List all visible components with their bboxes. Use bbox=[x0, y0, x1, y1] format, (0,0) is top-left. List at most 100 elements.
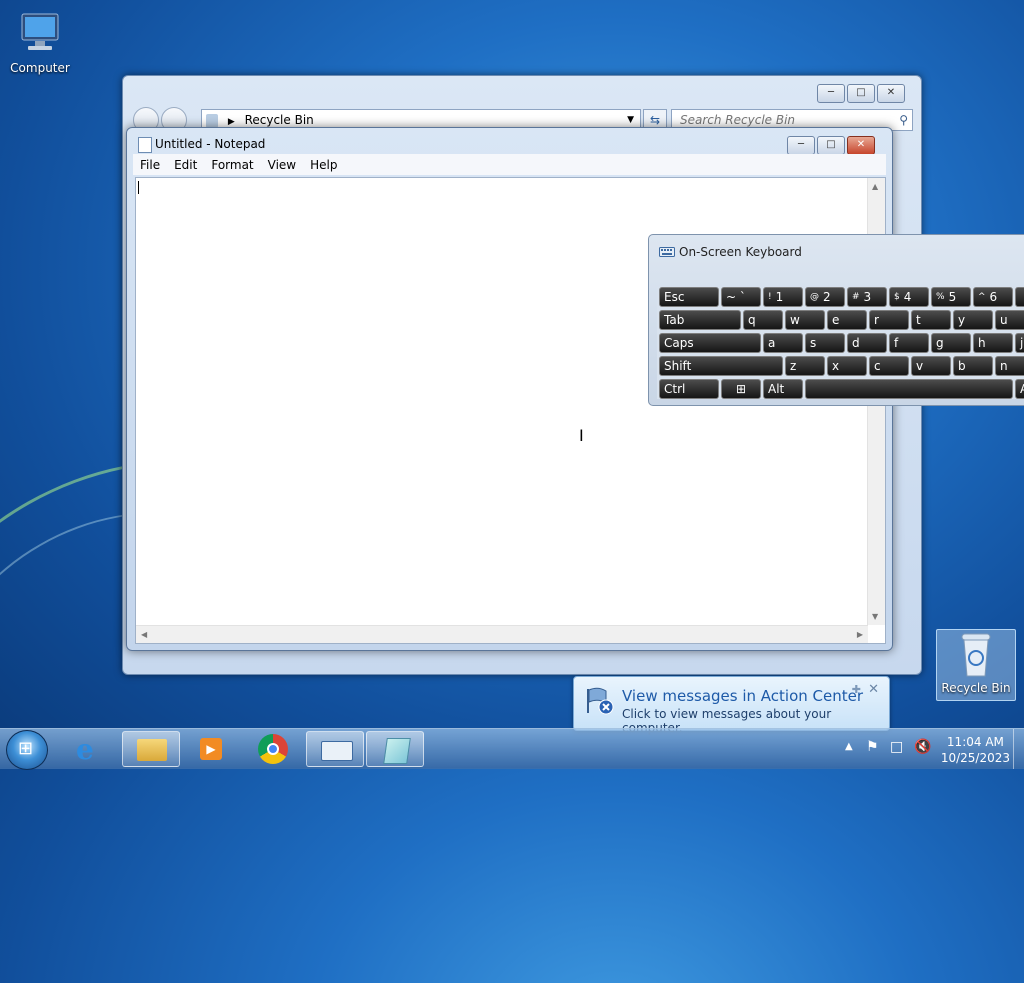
desktop-icon-label: Recycle Bin bbox=[941, 681, 1011, 695]
key-5[interactable]: % 5 bbox=[931, 287, 971, 307]
key-6[interactable]: ^ 6 bbox=[973, 287, 1013, 307]
notepad-icon bbox=[383, 738, 411, 764]
key-2[interactable]: @2 bbox=[805, 287, 845, 307]
key-g[interactable]: g bbox=[931, 333, 971, 353]
key-altgr[interactable]: A bbox=[1015, 379, 1024, 399]
key-f[interactable]: f bbox=[889, 333, 929, 353]
taskbar-notepad[interactable] bbox=[366, 731, 424, 767]
key-y[interactable]: y bbox=[953, 310, 993, 330]
key-s[interactable]: s bbox=[805, 333, 845, 353]
key-v[interactable]: v bbox=[911, 356, 951, 376]
taskbar-windows-explorer[interactable] bbox=[122, 731, 180, 767]
key-x[interactable]: x bbox=[827, 356, 867, 376]
text-caret bbox=[138, 181, 139, 194]
key-t[interactable]: t bbox=[911, 310, 951, 330]
minimize-button[interactable]: ─ bbox=[787, 136, 815, 155]
osk-keys: Esc ~ ` ! 1 @2 #3 $4 % 5 ^ 6 Tab q w e r t … bbox=[657, 287, 1024, 399]
windows-logo-icon: ⊞ bbox=[735, 382, 747, 396]
key-n[interactable]: n bbox=[995, 356, 1024, 376]
taskbar-on-screen-keyboard[interactable] bbox=[306, 731, 364, 767]
key-h[interactable]: h bbox=[973, 333, 1013, 353]
key-u[interactable]: u bbox=[995, 310, 1024, 330]
desktop-icon-recycle-bin[interactable]: Recycle Bin bbox=[936, 629, 1016, 701]
key-j[interactable]: j bbox=[1015, 333, 1024, 353]
key-w[interactable]: w bbox=[785, 310, 825, 330]
key-4[interactable]: $4 bbox=[889, 287, 929, 307]
key-a[interactable]: a bbox=[763, 333, 803, 353]
recycle-bin-icon bbox=[961, 633, 991, 677]
key-caps[interactable]: Caps bbox=[659, 333, 761, 353]
maximize-button[interactable]: □ bbox=[847, 84, 875, 103]
clock-time: 11:04 AM bbox=[946, 735, 1004, 749]
notification-close-icon[interactable]: ✕ bbox=[868, 682, 879, 697]
system-clock[interactable]: 11:04 AM 10/25/2023 bbox=[941, 734, 1010, 766]
notepad-title: Untitled - Notepad bbox=[155, 137, 266, 151]
action-center-flag-icon bbox=[587, 687, 614, 715]
key-tilde[interactable]: ~ ` bbox=[721, 287, 761, 307]
key-esc[interactable]: Esc bbox=[659, 287, 719, 307]
media-player-icon: ▶ bbox=[200, 738, 222, 760]
menu-format[interactable]: Format bbox=[204, 158, 260, 172]
horizontal-scrollbar[interactable]: ◀ ▶ bbox=[136, 625, 868, 643]
notepad-icon bbox=[138, 137, 152, 153]
key-c[interactable]: c bbox=[869, 356, 909, 376]
show-desktop-button[interactable] bbox=[1013, 729, 1024, 769]
key-tab[interactable]: Tab bbox=[659, 310, 741, 330]
explorer-caption-buttons: ─ □ ✕ bbox=[817, 84, 905, 103]
volume-muted-icon[interactable]: 🔇 bbox=[914, 739, 931, 755]
taskbar: ⊞ e ▶ ▲ ⚑ □ 🔇 11:04 AM 10/25/2023 bbox=[0, 728, 1024, 770]
key-3[interactable]: #3 bbox=[847, 287, 887, 307]
key-1[interactable]: ! 1 bbox=[763, 287, 803, 307]
address-text: Recycle Bin bbox=[244, 113, 314, 127]
key-e[interactable]: e bbox=[827, 310, 867, 330]
menu-file[interactable]: File bbox=[133, 158, 167, 172]
scroll-left-icon[interactable]: ◀ bbox=[141, 630, 147, 639]
keyboard-icon bbox=[659, 247, 675, 257]
notepad-caption-buttons: ─ □ ✕ bbox=[787, 136, 875, 155]
menu-edit[interactable]: Edit bbox=[167, 158, 204, 172]
key-b[interactable]: b bbox=[953, 356, 993, 376]
key-q[interactable]: q bbox=[743, 310, 783, 330]
keyboard-icon bbox=[321, 741, 353, 761]
menu-help[interactable]: Help bbox=[303, 158, 344, 172]
desktop-icon-computer[interactable]: Computer bbox=[4, 10, 76, 75]
network-tray-icon[interactable]: □ bbox=[890, 739, 903, 755]
notepad-menubar: File Edit Format View Help bbox=[133, 154, 886, 175]
scroll-up-icon[interactable]: ▲ bbox=[872, 182, 878, 191]
folder-icon bbox=[137, 739, 167, 761]
ibeam-cursor-icon: I bbox=[579, 426, 584, 445]
maximize-button[interactable]: □ bbox=[817, 136, 845, 155]
recycle-bin-small-icon bbox=[206, 113, 218, 128]
action-center-notification[interactable]: View messages in Action Center Click to … bbox=[573, 676, 890, 735]
key-7[interactable] bbox=[1015, 287, 1024, 307]
minimize-button[interactable]: ─ bbox=[817, 84, 845, 103]
key-shift[interactable]: Shift bbox=[659, 356, 783, 376]
notification-pin-icon[interactable]: ✚ bbox=[852, 683, 861, 696]
key-r[interactable]: r bbox=[869, 310, 909, 330]
menu-view[interactable]: View bbox=[261, 158, 303, 172]
action-center-tray-icon[interactable]: ⚑ bbox=[866, 739, 879, 755]
windows-logo-icon: ⊞ bbox=[18, 738, 34, 759]
show-hidden-icons-icon[interactable]: ▲ bbox=[845, 741, 853, 752]
clock-date: 10/25/2023 bbox=[940, 751, 1010, 765]
taskbar-internet-explorer[interactable]: e bbox=[62, 731, 120, 767]
key-alt[interactable]: Alt bbox=[763, 379, 803, 399]
key-space[interactable] bbox=[805, 379, 1013, 399]
breadcrumb-arrow-icon: ▶ bbox=[227, 117, 235, 127]
on-screen-keyboard-window[interactable]: On-Screen Keyboard Esc ~ ` ! 1 @2 #3 $4 %… bbox=[648, 234, 1024, 406]
computer-icon bbox=[21, 13, 59, 50]
search-icon[interactable]: ⚲ bbox=[899, 110, 908, 130]
start-button[interactable]: ⊞ bbox=[6, 730, 48, 770]
key-windows[interactable]: ⊞ bbox=[721, 379, 761, 399]
notification-heading: View messages in Action Center bbox=[622, 687, 864, 705]
taskbar-chrome[interactable] bbox=[244, 731, 302, 767]
close-button[interactable]: ✕ bbox=[877, 84, 905, 103]
taskbar-media-player[interactable]: ▶ bbox=[182, 731, 240, 767]
key-d[interactable]: d bbox=[847, 333, 887, 353]
close-button[interactable]: ✕ bbox=[847, 136, 875, 155]
key-ctrl[interactable]: Ctrl bbox=[659, 379, 719, 399]
scroll-right-icon[interactable]: ▶ bbox=[857, 630, 863, 639]
key-z[interactable]: z bbox=[785, 356, 825, 376]
scroll-down-icon[interactable]: ▼ bbox=[872, 612, 878, 621]
search-placeholder: Search Recycle Bin bbox=[680, 113, 796, 127]
